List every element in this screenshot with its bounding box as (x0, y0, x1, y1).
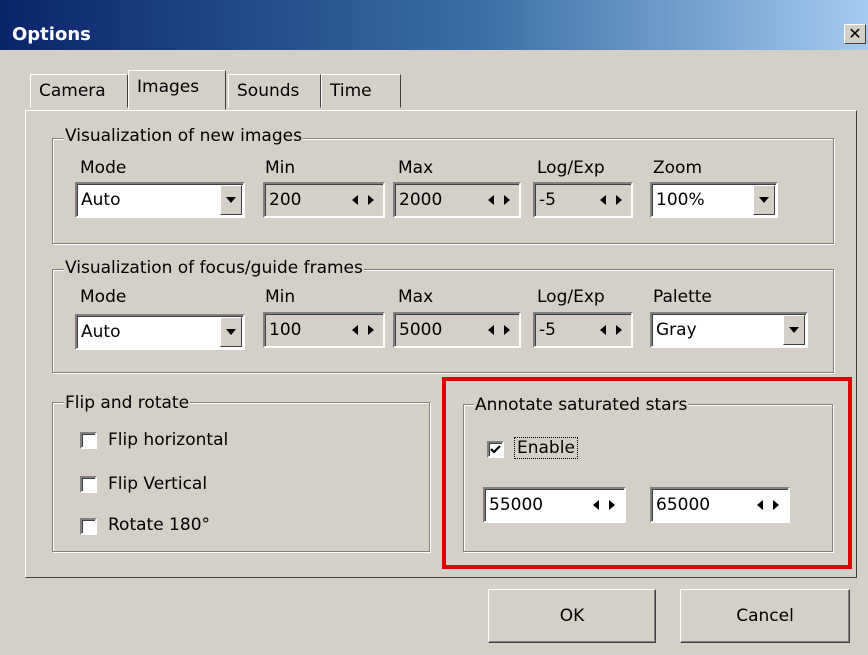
rotate-checkbox[interactable] (80, 518, 97, 535)
spin-right-icon[interactable] (363, 321, 379, 339)
min-label: Min (265, 287, 296, 307)
ok-button[interactable]: OK (488, 589, 656, 643)
logexp-spinner[interactable]: -5 (533, 182, 633, 218)
spin-right-icon[interactable] (499, 321, 515, 339)
mode-select[interactable]: Auto (75, 182, 245, 218)
spin-right-icon[interactable] (363, 191, 379, 209)
max-value: 5000 (399, 320, 443, 340)
cancel-label: Cancel (736, 606, 794, 626)
focus-min-spinner[interactable]: 100 (263, 312, 385, 348)
tab-time[interactable]: Time (321, 74, 401, 108)
logexp-value: -5 (539, 320, 556, 340)
tab-sounds[interactable]: Sounds (228, 74, 321, 108)
max-value: 2000 (399, 190, 443, 210)
logexp-value: -5 (539, 190, 556, 210)
cancel-button[interactable]: Cancel (680, 589, 850, 643)
zoom-value: 100% (656, 190, 705, 210)
chevron-down-icon[interactable] (753, 185, 775, 215)
flip-vertical-checkbox[interactable] (80, 476, 97, 493)
mode-label: Mode (80, 158, 127, 178)
max-spinner[interactable]: 2000 (393, 182, 521, 218)
new-images-title: Visualization of new images (64, 126, 303, 146)
logexp-label: Log/Exp (537, 158, 605, 178)
tab-label: Camera (39, 81, 106, 101)
focus-logexp-spinner[interactable]: -5 (533, 312, 633, 348)
spin-left-icon[interactable] (595, 321, 611, 339)
spin-right-icon[interactable] (499, 191, 515, 209)
min-label: Min (265, 158, 296, 178)
tab-camera[interactable]: Camera (30, 74, 128, 108)
close-icon: ✕ (848, 24, 862, 43)
palette-label: Palette (653, 287, 712, 307)
close-button[interactable]: ✕ (844, 24, 866, 44)
ok-label: OK (559, 606, 585, 626)
tab-label: Sounds (237, 81, 300, 101)
window-title: Options (12, 24, 91, 45)
palette-select[interactable]: Gray (650, 312, 808, 348)
tab-images[interactable]: Images (128, 70, 226, 110)
chevron-down-icon[interactable] (220, 317, 242, 347)
mode-value: Auto (81, 322, 121, 342)
max-label: Max (398, 287, 434, 307)
flip-horizontal-checkbox[interactable] (80, 432, 97, 449)
spin-left-icon[interactable] (483, 191, 499, 209)
mode-value: Auto (81, 190, 121, 210)
tab-label: Time (330, 81, 372, 101)
zoom-select[interactable]: 100% (650, 182, 778, 218)
chevron-down-icon[interactable] (220, 185, 242, 215)
flip-horizontal-label: Flip horizontal (108, 430, 229, 450)
min-value: 100 (269, 320, 302, 340)
title-bar[interactable]: Options ✕ (0, 0, 868, 50)
min-value: 200 (269, 190, 302, 210)
focus-max-spinner[interactable]: 5000 (393, 312, 521, 348)
highlight-box (442, 377, 852, 569)
spin-right-icon[interactable] (611, 321, 627, 339)
palette-value: Gray (656, 320, 697, 340)
chevron-down-icon[interactable] (783, 315, 805, 345)
focus-mode-select[interactable]: Auto (75, 314, 245, 350)
zoom-label: Zoom (653, 158, 703, 178)
spin-left-icon[interactable] (347, 191, 363, 209)
spin-right-icon[interactable] (611, 191, 627, 209)
mode-label: Mode (80, 287, 127, 307)
flip-vertical-label: Flip Vertical (108, 474, 208, 494)
rotate-label: Rotate 180° (108, 515, 211, 535)
max-label: Max (398, 158, 434, 178)
spin-left-icon[interactable] (347, 321, 363, 339)
flip-title: Flip and rotate (64, 393, 191, 413)
focus-frames-title: Visualization of focus/guide frames (64, 258, 364, 278)
spin-left-icon[interactable] (595, 191, 611, 209)
tab-label: Images (137, 77, 200, 97)
spin-left-icon[interactable] (483, 321, 499, 339)
logexp-label: Log/Exp (537, 287, 605, 307)
min-spinner[interactable]: 200 (263, 182, 385, 218)
